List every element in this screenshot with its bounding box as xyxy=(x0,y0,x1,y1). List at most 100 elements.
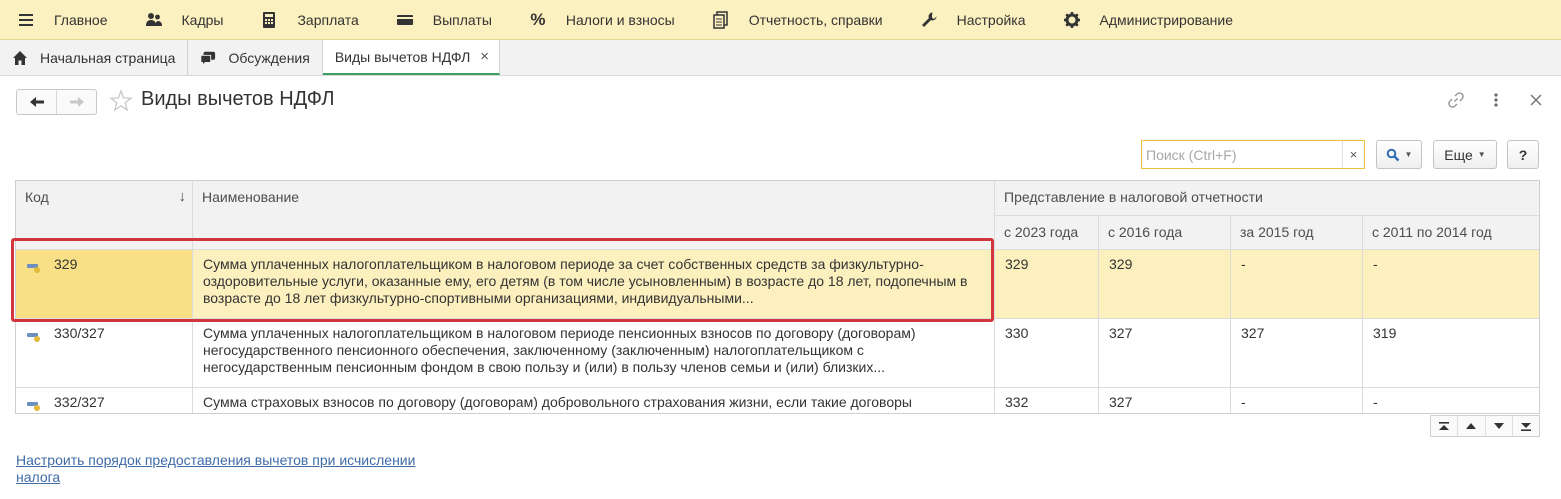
deduction-types-table: Код ↓ Наименование Представление в налог… xyxy=(15,180,1540,414)
grid-line xyxy=(1098,215,1099,413)
hamburger-icon xyxy=(16,10,36,30)
home-icon xyxy=(12,50,28,66)
menu-item-label: Выплаты xyxy=(432,11,492,28)
column-header-2023[interactable]: с 2023 года xyxy=(995,216,1098,249)
row-2016: 327 xyxy=(1109,325,1133,341)
favorite-star-icon[interactable] xyxy=(109,89,133,113)
window-controls xyxy=(1447,90,1545,110)
search-options-button[interactable]: ▼ xyxy=(1376,140,1422,169)
grid-line xyxy=(1230,215,1231,413)
more-vertical-icon[interactable] xyxy=(1487,90,1505,110)
column-header-2011-2014[interactable]: с 2011 по 2014 год xyxy=(1363,216,1539,249)
scroll-top-button[interactable] xyxy=(1431,416,1457,436)
menu-item-reports[interactable]: Отчетность, справки xyxy=(711,0,883,40)
main-menu: Главное Кадры Зарплата Выплаты % Налоги … xyxy=(0,0,1561,40)
table-row[interactable]: 330/327 Сумма уплаченных налогоплательщи… xyxy=(16,319,1539,387)
sort-arrow-icon: ↓ xyxy=(178,188,187,205)
arrow-right-icon xyxy=(69,97,84,107)
search-box: × xyxy=(1141,140,1365,169)
row-code: 329 xyxy=(54,256,78,272)
deduction-item-icon xyxy=(27,333,40,342)
menu-item-salary[interactable]: Зарплата xyxy=(259,0,359,40)
column-header-name[interactable]: Наименование xyxy=(193,181,994,249)
close-icon[interactable]: × xyxy=(480,48,489,65)
grid-line xyxy=(1362,215,1363,413)
menu-item-label: Главное xyxy=(54,11,108,28)
column-header-2016[interactable]: с 2016 года xyxy=(1099,216,1230,249)
row-name: Сумма уплаченных налогоплательщиком в на… xyxy=(203,256,968,306)
help-button[interactable]: ? xyxy=(1507,140,1539,169)
chevron-down-icon: ▼ xyxy=(1404,150,1413,159)
grid-line xyxy=(16,249,1539,250)
row-2011: - xyxy=(1373,256,1378,272)
code-cell xyxy=(16,250,192,318)
row-2015: - xyxy=(1241,256,1246,272)
search-icon xyxy=(1386,148,1399,161)
more-button-label: Еще xyxy=(1444,146,1473,163)
tab-label: Обсуждения xyxy=(228,49,310,66)
deduction-item-icon xyxy=(27,264,40,273)
more-button[interactable]: Еще ▼ xyxy=(1433,140,1497,169)
chat-icon xyxy=(200,50,216,66)
scroll-up-button[interactable] xyxy=(1457,416,1484,436)
scroll-bottom-icon xyxy=(1520,422,1531,431)
search-input[interactable] xyxy=(1142,141,1342,168)
row-2016: 327 xyxy=(1109,394,1133,410)
row-2015: - xyxy=(1241,394,1246,410)
scroll-down-button[interactable] xyxy=(1484,416,1512,436)
row-code: 332/327 xyxy=(54,394,105,410)
scroll-bottom-button[interactable] xyxy=(1511,416,1539,436)
triangle-up-icon xyxy=(1466,423,1477,429)
page-title: Виды вычетов НДФЛ xyxy=(141,88,335,110)
row-2016: 329 xyxy=(1109,256,1133,272)
forward-button[interactable] xyxy=(56,90,96,114)
row-2023: 330 xyxy=(1005,325,1029,341)
menu-item-settings[interactable]: Настройка xyxy=(919,0,1026,40)
configure-deductions-order-link[interactable]: Настроить порядок предоставления вычетов… xyxy=(16,452,456,486)
percent-icon: % xyxy=(530,9,546,29)
menu-item-main[interactable]: Главное xyxy=(16,0,108,40)
column-group-header-tax-reporting: Представление в налоговой отчетности xyxy=(995,181,1539,215)
grid-line xyxy=(994,215,1539,216)
row-2015: 327 xyxy=(1241,325,1265,341)
row-code: 330/327 xyxy=(54,325,105,341)
menu-item-label: Налоги и взносы xyxy=(565,11,675,28)
scroll-top-icon xyxy=(1439,421,1450,430)
link-icon[interactable] xyxy=(1447,90,1465,110)
tab-home[interactable]: Начальная страница xyxy=(0,40,189,75)
menu-item-personnel[interactable]: Кадры xyxy=(144,0,224,40)
menu-item-label: Зарплата xyxy=(297,11,359,28)
arrow-left-icon xyxy=(29,97,44,107)
menu-item-label: Отчетность, справки xyxy=(748,11,883,28)
close-window-icon[interactable] xyxy=(1527,90,1545,110)
back-button[interactable] xyxy=(17,90,56,114)
menu-item-administration[interactable]: Администрирование xyxy=(1062,0,1234,40)
grid-line xyxy=(192,181,193,413)
menu-item-label: Настройка xyxy=(956,11,1026,28)
table-scroll-controls xyxy=(1430,415,1540,437)
grid-line xyxy=(16,318,1539,319)
history-navigation xyxy=(16,89,97,115)
menu-item-taxes[interactable]: % Налоги и взносы xyxy=(528,0,675,40)
tab-bar: Начальная страница Обсуждения Виды вычет… xyxy=(0,40,1561,76)
menu-item-label: Администрирование xyxy=(1099,11,1234,28)
table-row[interactable]: 329 Сумма уплаченных налогоплательщиком … xyxy=(16,250,1539,318)
column-header-code[interactable]: Код ↓ xyxy=(16,181,192,249)
clear-search-button[interactable]: × xyxy=(1342,141,1364,168)
table-row[interactable]: 332/327 Сумма страховых взносов по догов… xyxy=(16,388,1539,413)
grid-line xyxy=(16,387,1539,388)
tab-discussions[interactable]: Обсуждения xyxy=(188,40,323,75)
row-name: Сумма страховых взносов по договору (дог… xyxy=(203,394,912,410)
triangle-down-icon xyxy=(1493,423,1504,429)
row-name: Сумма уплаченных налогоплательщиком в на… xyxy=(203,325,916,375)
row-2011: 319 xyxy=(1373,325,1397,341)
deduction-item-icon xyxy=(27,402,40,411)
menu-item-label: Кадры xyxy=(181,11,224,28)
wrench-icon xyxy=(919,10,939,30)
documents-icon xyxy=(711,10,731,30)
tab-ndfl-deduction-types[interactable]: Виды вычетов НДФЛ × xyxy=(322,40,501,75)
wallet-icon xyxy=(395,10,415,30)
row-2023: 329 xyxy=(1005,256,1029,272)
menu-item-payments[interactable]: Выплаты xyxy=(395,0,492,40)
column-header-2015[interactable]: за 2015 год xyxy=(1231,216,1362,249)
